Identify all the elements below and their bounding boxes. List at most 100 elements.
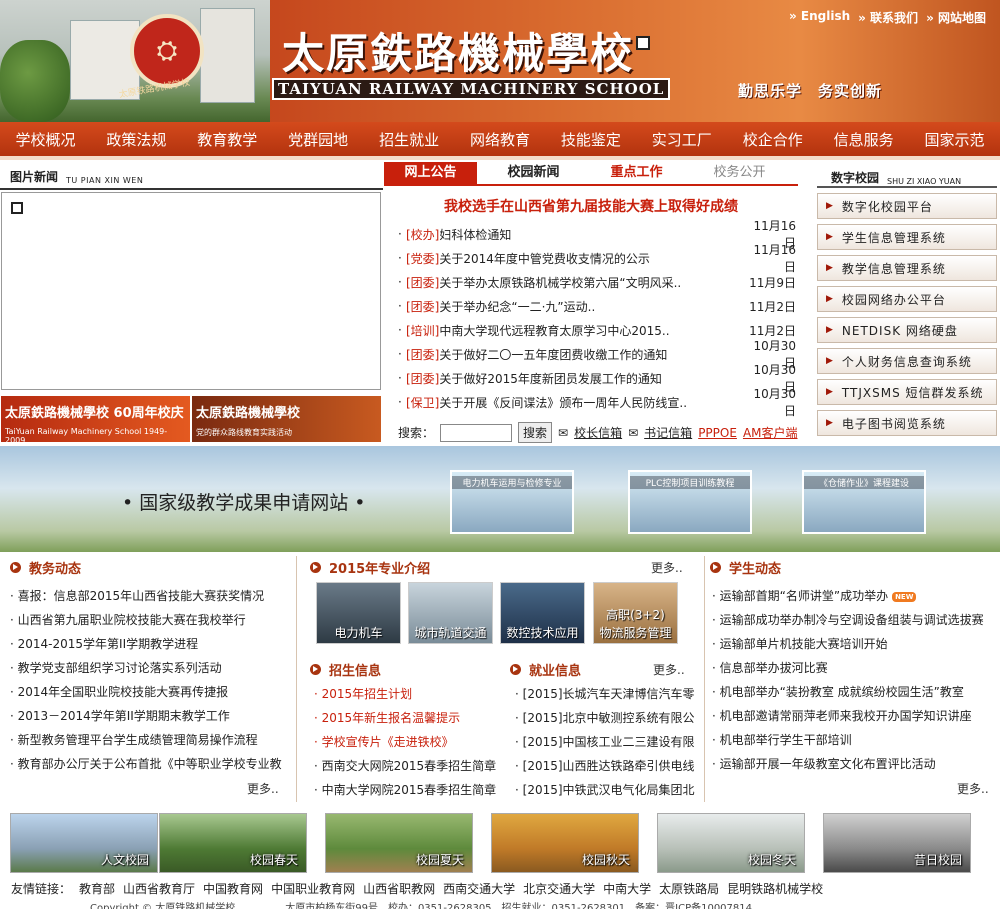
nav-item[interactable]: 信息服务 [834,129,894,150]
list-item[interactable]: · 2015年招生计划 [314,682,500,706]
list-item[interactable]: · 中南大学网院2015春季招生简章 [314,778,500,802]
news-item[interactable]: · [团委] 关于举办纪念“一二·九”运动.. 11月2日 [384,294,798,318]
list-item[interactable]: · 运输部首期“名师讲堂”成功举办 NEW [712,584,997,608]
list-item[interactable]: · 西南交大网院2015春季招生简章 [314,754,500,778]
digital-campus-button[interactable]: ▶ TTJXSMS 短信群发系统 [817,379,997,405]
digital-campus-button[interactable]: ▶ 学生信息管理系统 [817,224,997,250]
list-item[interactable]: · 教育部办公厅关于公布首批《中等职业学校专业教 [10,752,290,776]
sitemap-link[interactable]: » 网站地图 [926,9,986,26]
nav-item[interactable]: 网络教育 [470,129,530,150]
list-item[interactable]: · 2015年新生报名温馨提示 [314,706,500,730]
employment-more-link[interactable]: 更多.. [653,661,685,678]
news-item[interactable]: · [团委] 关于做好2015年度新团员发展工作的通知 10月30日 [384,363,798,394]
news-title[interactable]: 关于举办太原铁路机械学校第六届“文明风采.. [439,274,742,291]
digital-campus-button[interactable]: ▶ 校园网络办公平台 [817,286,997,312]
list-item[interactable]: · 机电部邀请常丽萍老师来我校开办国学知识讲座 [712,704,997,728]
list-item[interactable]: · [2015]长城汽车天津博信汽车零 [515,682,695,706]
nav-item[interactable]: 教育教学 [197,129,257,150]
digital-campus-button[interactable]: ▶ 教学信息管理系统 [817,255,997,281]
majors-more-link[interactable]: 更多.. [651,559,683,576]
tab-campus-news[interactable]: 校园新闻 [487,162,580,184]
friend-link[interactable]: 太原铁路局 [659,880,719,897]
list-item[interactable]: · [2015]北京中敏测控系统有限公 [515,706,695,730]
search-button[interactable]: 搜索 [518,422,553,443]
list-item[interactable]: · [2015]中国核工业二三建设有限 [515,730,695,754]
list-item[interactable]: · 教学党支部组织学习讨论落实系列活动 [10,656,290,680]
contact-link[interactable]: » 联系我们 [858,9,918,26]
campus-photo[interactable]: 人文校园 [10,813,158,873]
major-card[interactable]: 电力机车 [316,582,401,644]
nav-item[interactable]: 实习工厂 [652,129,712,150]
digital-campus-button[interactable]: ▶ NETDISK 网络硬盘 [817,317,997,343]
digital-campus-button[interactable]: ▶ 电子图书阅览系统 [817,410,997,436]
friend-link[interactable]: 山西省教育厅 [123,880,195,897]
major-card[interactable]: 高职(3+2) 物流服务管理 [593,582,678,644]
news-title[interactable]: 关于开展《反间谍法》颁布一周年人民防线宣.. [439,394,742,411]
anniversary-banner[interactable]: 太原鉄路機械學校 60周年校庆 TaiYuan Railway Machiner… [1,396,190,445]
news-item[interactable]: · [党委] 关于2014年度中管党费收支情况的公示 11月16日 [384,243,798,274]
tab-public-affairs[interactable]: 校务公开 [693,162,786,184]
friend-link[interactable]: 中南大学 [603,880,651,897]
news-item[interactable]: · [校办] 妇科体检通知 11月16日 [384,219,798,250]
major-card[interactable]: 城市轨道交通 [408,582,493,644]
nav-item[interactable]: 国家示范 [925,129,985,150]
friend-link[interactable]: 昆明铁路机械学校 [727,880,823,897]
tab-announcements[interactable]: 网上公告 [384,162,477,184]
list-item[interactable]: · 信息部举办拔河比赛 [712,656,997,680]
friend-link[interactable]: 教育部 [79,880,115,897]
mass-line-banner[interactable]: 太原鉄路機械學校 党的群众路线教育实践活动 [192,396,381,442]
news-title[interactable]: 关于举办纪念“一二·九”运动.. [439,298,742,315]
digital-campus-button[interactable]: ▶ 个人财务信息查询系统 [817,348,997,374]
news-title[interactable]: 关于做好二〇一五年度团费收缴工作的通知 [439,346,742,363]
nav-item[interactable]: 招生就业 [379,129,439,150]
principal-mailbox-link[interactable]: 校长信箱 [574,424,622,441]
banner-thumb[interactable]: 电力机车运用与检修专业 [450,470,574,534]
news-item[interactable]: · [培训] 中南大学现代远程教育太原学习中心2015.. 11月2日 [384,318,798,342]
student-more-link[interactable]: 更多.. [957,780,989,797]
major-card[interactable]: 数控技术应用 [500,582,585,644]
list-item[interactable]: · 2014-2015学年第II学期教学进程 [10,632,290,656]
news-item[interactable]: · [保卫] 关于开展《反间谍法》颁布一周年人民防线宣.. 10月30日 [384,387,798,418]
news-title[interactable]: 妇科体检通知 [439,226,742,243]
list-item[interactable]: · 山西省第九届职业院校技能大赛在我校举行 [10,608,290,632]
list-item[interactable]: · 喜报：信息部2015年山西省技能大赛获奖情况 [10,584,290,608]
news-title[interactable]: 中南大学现代远程教育太原学习中心2015.. [439,322,742,339]
news-item[interactable]: · [团委] 关于举办太原铁路机械学校第六届“文明风采.. 11月9日 [384,270,798,294]
pppoe-link[interactable]: PPPOE [698,426,737,440]
photo-slideshow[interactable] [1,192,381,390]
am-client-link[interactable]: AM客户端 [743,424,798,441]
banner-thumb[interactable]: 《仓储作业》课程建设 [802,470,926,534]
campus-photo[interactable]: 昔日校园 [823,813,971,873]
friend-link[interactable]: 山西省职教网 [363,880,435,897]
secretary-mailbox-link[interactable]: 书记信箱 [644,424,692,441]
campus-photo[interactable]: 校园冬天 [657,813,805,873]
list-item[interactable]: · 机电部举办“装扮教室 成就缤纷校园生活”教室 [712,680,997,704]
friend-link[interactable]: 中国教育网 [203,880,263,897]
friend-link[interactable]: 中国职业教育网 [271,880,355,897]
friend-link[interactable]: 北京交通大学 [523,880,595,897]
list-item[interactable]: · [2015]山西胜达铁路牵引供电线 [515,754,695,778]
academic-more-link[interactable]: 更多.. [247,780,279,797]
list-item[interactable]: · 运输部单片机技能大赛培训开始 [712,632,997,656]
tab-key-work[interactable]: 重点工作 [590,162,683,184]
campus-photo[interactable]: 校园秋天 [491,813,639,873]
list-item[interactable]: · 机电部举行学生干部培训 [712,728,997,752]
list-item[interactable]: · 运输部开展一年级教室文化布置评比活动 [712,752,997,776]
list-item[interactable]: · 运输部成功举办制冷与空调设备组装与调试选拔赛 [712,608,997,632]
nav-item[interactable]: 党群园地 [288,129,348,150]
national-achievement-banner[interactable]: • 国家级教学成果申请网站 • 电力机车运用与检修专业 PLC控制项目训练教程 … [0,446,1000,552]
digital-campus-button[interactable]: ▶ 数字化校园平台 [817,193,997,219]
banner-thumb[interactable]: PLC控制项目训练教程 [628,470,752,534]
news-title[interactable]: 关于2014年度中管党费收支情况的公示 [439,250,742,267]
nav-item[interactable]: 学校概况 [15,129,75,150]
search-input[interactable] [440,423,513,442]
campus-photo[interactable]: 校园春天 [159,813,307,873]
list-item[interactable]: · 2013－2014学年第II学期期末教学工作 [10,704,290,728]
list-item[interactable]: · 2014年全国职业院校技能大赛再传捷报 [10,680,290,704]
news-item[interactable]: · [团委] 关于做好二〇一五年度团费收缴工作的通知 10月30日 [384,339,798,370]
nav-item[interactable]: 政策法规 [106,129,166,150]
english-link[interactable]: » English [789,9,850,26]
list-item[interactable]: · 新型教务管理平台学生成绩管理简易操作流程 [10,728,290,752]
campus-photo[interactable]: 校园夏天 [325,813,473,873]
headline-link[interactable]: 我校选手在山西省第九届技能大赛上取得好成绩 [384,196,798,216]
